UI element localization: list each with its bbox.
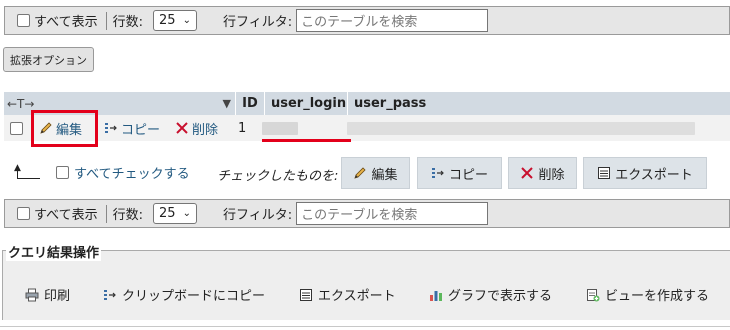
row-checkbox[interactable] — [10, 121, 23, 135]
column-header-user-login[interactable]: user_login — [265, 92, 348, 115]
show-all-checkbox[interactable]: すべて表示 — [17, 11, 98, 30]
print-label: 印刷 — [44, 289, 71, 304]
row-delete-link[interactable]: 削除 — [175, 119, 218, 138]
column-header-user-pass[interactable]: user_pass — [348, 92, 730, 115]
print-link[interactable]: 印刷 — [25, 285, 70, 304]
bulk-edit-label: 編集 — [371, 167, 398, 183]
filter-input[interactable]: このテーブルを検索 — [296, 9, 489, 32]
bulk-export-button[interactable]: エクスポート — [583, 157, 707, 189]
export-icon — [598, 167, 611, 179]
highlight-underline — [262, 139, 351, 142]
cell-user-pass-redacted — [347, 121, 696, 135]
query-results-legend: クエリ結果操作 — [6, 242, 102, 261]
row-copy-label: コピー — [121, 122, 161, 138]
export-label: エクスポート — [318, 289, 396, 304]
check-all-label[interactable]: すべてチェックする — [74, 163, 190, 182]
cell-id: 1 — [238, 120, 247, 136]
row-delete-label: 削除 — [192, 122, 219, 138]
bulk-export-label: エクスポート — [615, 167, 693, 183]
check-all-checkbox[interactable] — [56, 166, 69, 179]
create-view-label: ビューを作成する — [605, 289, 710, 304]
separator — [105, 204, 107, 223]
rows-select[interactable]: 25 ⌄ — [152, 203, 197, 224]
cell-user-login-redacted — [262, 121, 299, 135]
copy-icon — [431, 168, 444, 178]
copy-icon — [104, 289, 116, 300]
column-header-id[interactable]: ID — [236, 92, 265, 115]
show-all-checkbox[interactable]: すべて表示 — [17, 204, 98, 223]
row-copy-link[interactable]: コピー — [104, 119, 160, 138]
create-view-icon — [587, 288, 600, 301]
bottom-divider — [0, 326, 730, 327]
rows-select-value: 25 — [158, 13, 176, 28]
bulk-delete-label: 削除 — [538, 167, 565, 183]
bulk-copy-button[interactable]: コピー — [417, 157, 502, 189]
filter-label: 行フィルタ: — [222, 208, 293, 223]
display-chart-label: グラフで表示する — [448, 289, 553, 304]
table-header: ←T→ ▼ ID user_login user_pass — [4, 92, 730, 115]
copy-icon — [105, 123, 117, 133]
export-icon — [300, 288, 312, 301]
bulk-edit-button[interactable]: 編集 — [341, 157, 410, 189]
show-all-checkbox-box[interactable] — [17, 14, 30, 27]
bulk-copy-label: コピー — [448, 167, 488, 183]
printer-icon — [25, 288, 39, 301]
with-selected-label: チェックしたものを: — [217, 169, 339, 184]
arrow-up-left-icon: ▲ — [14, 163, 40, 179]
show-all-label: すべて表示 — [34, 208, 98, 223]
display-chart-link[interactable]: グラフで表示する — [429, 285, 552, 304]
show-all-label: すべて表示 — [34, 15, 98, 30]
table-navigation-top: すべて表示 行数: 25 ⌄ 行フィルタ: このテーブルを検索 — [4, 6, 730, 35]
rows-label: 行数: — [112, 208, 143, 223]
delete-x-icon — [521, 167, 534, 179]
filter-label: 行フィルタ: — [222, 15, 293, 30]
filter-input[interactable]: このテーブルを検索 — [296, 202, 489, 225]
copy-to-clipboard-label: クリップボードにコピー — [122, 289, 266, 304]
rows-label: 行数: — [112, 15, 143, 30]
table-row: 編集 コピー 削除 1 — [4, 115, 730, 141]
export-link[interactable]: エクスポート — [299, 285, 396, 304]
table-navigation-bottom: すべて表示 行数: 25 ⌄ 行フィルタ: このテーブルを検索 — [4, 199, 730, 228]
bulk-delete-button[interactable]: 削除 — [508, 157, 577, 189]
extended-options-button[interactable]: 拡張オプション — [3, 47, 94, 72]
chevron-down-icon: ⌄ — [182, 15, 191, 26]
rows-select-value: 25 — [158, 206, 176, 221]
bar-chart-icon — [430, 290, 442, 301]
highlight-box — [31, 110, 98, 147]
copy-to-clipboard-link[interactable]: クリップボードにコピー — [103, 285, 265, 304]
create-view-link[interactable]: ビューを作成する — [586, 285, 709, 304]
pencil-icon — [354, 167, 367, 179]
delete-x-icon — [176, 122, 188, 134]
column-arrows[interactable]: ←T→ — [7, 97, 34, 111]
sort-dropdown-icon[interactable]: ▼ — [223, 97, 231, 110]
check-all-group: ▲ すべてチェックする — [14, 163, 190, 183]
separator — [105, 11, 107, 30]
show-all-checkbox-box[interactable] — [17, 207, 30, 220]
chevron-down-icon: ⌄ — [182, 208, 191, 219]
rows-select[interactable]: 25 ⌄ — [152, 10, 197, 31]
